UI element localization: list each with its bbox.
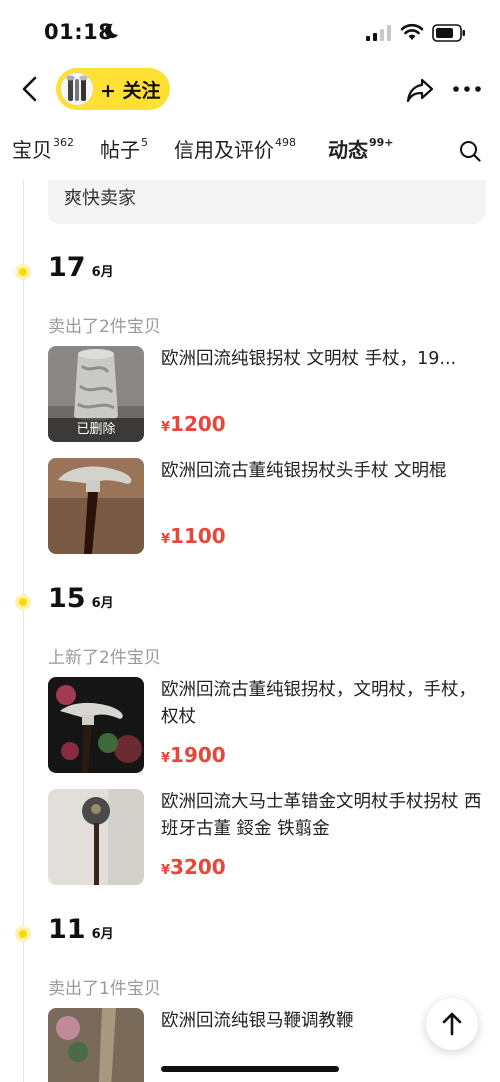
avatar[interactable] (60, 72, 94, 106)
item-title: 欧洲回流大马士革错金文明杖手杖拐杖 西班牙古董 鋄金 铁翦金 (161, 792, 482, 839)
tab-activity[interactable]: 动态99+ (328, 134, 394, 163)
item-title: 欧洲回流纯银拐杖 文明杖 手杖，19... (161, 349, 457, 369)
follow-button[interactable]: + 关注 (56, 68, 170, 110)
date-header: 11 6月 (48, 914, 114, 945)
nav-bar: + 关注 (0, 64, 500, 114)
date-day: 15 (48, 583, 86, 614)
price-value: 1100 (170, 524, 226, 548)
signal-icon (366, 25, 391, 41)
tab-items[interactable]: 宝贝362 (12, 134, 74, 163)
tab-label: 帖子 (100, 138, 140, 162)
item-title: 欧洲回流古董纯银拐杖，文明杖，手杖，权杖 (161, 680, 476, 727)
search-icon[interactable] (459, 140, 481, 162)
timeline-dot (15, 264, 31, 280)
battery-icon (432, 24, 465, 42)
item-thumbnail (48, 458, 144, 554)
price-currency: ¥ (161, 532, 171, 547)
activity-label: 上新了2件宝贝 (48, 648, 161, 668)
tab-count: 498 (275, 136, 296, 150)
wifi-icon (400, 23, 424, 40)
timeline-dot (15, 926, 31, 942)
item-price: ¥3200 (161, 855, 226, 879)
item-thumbnail (48, 789, 144, 885)
item-price: ¥1100 (161, 524, 226, 548)
price-value: 1200 (170, 412, 226, 436)
review-text: 爽快卖家 (64, 188, 136, 209)
home-indicator (161, 1066, 339, 1072)
tab-label: 宝贝 (12, 138, 52, 162)
item-title: 欧洲回流古董纯银拐杖头手杖 文明棍 (161, 461, 447, 481)
tab-label: 信用及评价 (174, 138, 274, 162)
price-value: 3200 (170, 855, 226, 879)
item-thumbnail (48, 1008, 144, 1082)
timeline-line (23, 180, 24, 1082)
price-currency: ¥ (161, 420, 171, 435)
tab-count: 99+ (369, 136, 394, 150)
date-header: 15 6月 (48, 583, 114, 614)
deleted-badge: 已删除 (48, 418, 144, 442)
item-thumbnail (48, 677, 144, 773)
tab-bar: 宝贝362 帖子5 信用及评价498 动态99+ (0, 128, 500, 172)
item-price: ¥1900 (161, 743, 226, 767)
date-month: 6月 (91, 927, 114, 942)
more-icon[interactable] (452, 84, 482, 94)
activity-label: 卖出了2件宝贝 (48, 317, 161, 337)
item-thumbnail: 已删除 (48, 346, 144, 442)
date-month: 6月 (91, 596, 114, 611)
tab-credit-reviews[interactable]: 信用及评价498 (174, 134, 296, 163)
item-price: ¥1200 (161, 412, 226, 436)
follow-label: + 关注 (100, 79, 161, 102)
back-icon[interactable] (18, 73, 42, 105)
tab-count: 5 (141, 136, 148, 150)
arrow-up-icon (442, 1012, 462, 1036)
timeline-dot (15, 594, 31, 610)
review-snippet[interactable]: 爽快卖家 (48, 180, 486, 224)
date-month: 6月 (91, 265, 114, 280)
back-to-top-button[interactable] (426, 998, 478, 1050)
tab-posts[interactable]: 帖子5 (100, 134, 148, 163)
date-day: 11 (48, 914, 86, 945)
date-header: 17 6月 (48, 252, 114, 283)
activity-label: 卖出了1件宝贝 (48, 979, 161, 999)
tab-label: 动态 (328, 138, 368, 162)
moon-icon (104, 23, 119, 39)
price-value: 1900 (170, 743, 226, 767)
tab-count: 362 (53, 136, 74, 150)
list-item[interactable]: 欧洲回流古董纯银拐杖，文明杖，手杖，权杖 ¥1900 (48, 677, 488, 773)
status-bar: 01:18 (0, 0, 500, 64)
list-item[interactable]: 已删除 欧洲回流纯银拐杖 文明杖 手杖，19... ¥1200 (48, 346, 488, 442)
date-day: 17 (48, 252, 86, 283)
price-currency: ¥ (161, 751, 171, 766)
cane-avatar-icon (66, 75, 88, 101)
price-currency: ¥ (161, 863, 171, 878)
list-item[interactable]: 欧洲回流古董纯银拐杖头手杖 文明棍 ¥1100 (48, 458, 488, 554)
share-icon[interactable] (406, 77, 434, 103)
list-item[interactable]: 欧洲回流大马士革错金文明杖手杖拐杖 西班牙古董 鋄金 铁翦金 ¥3200 (48, 789, 488, 885)
